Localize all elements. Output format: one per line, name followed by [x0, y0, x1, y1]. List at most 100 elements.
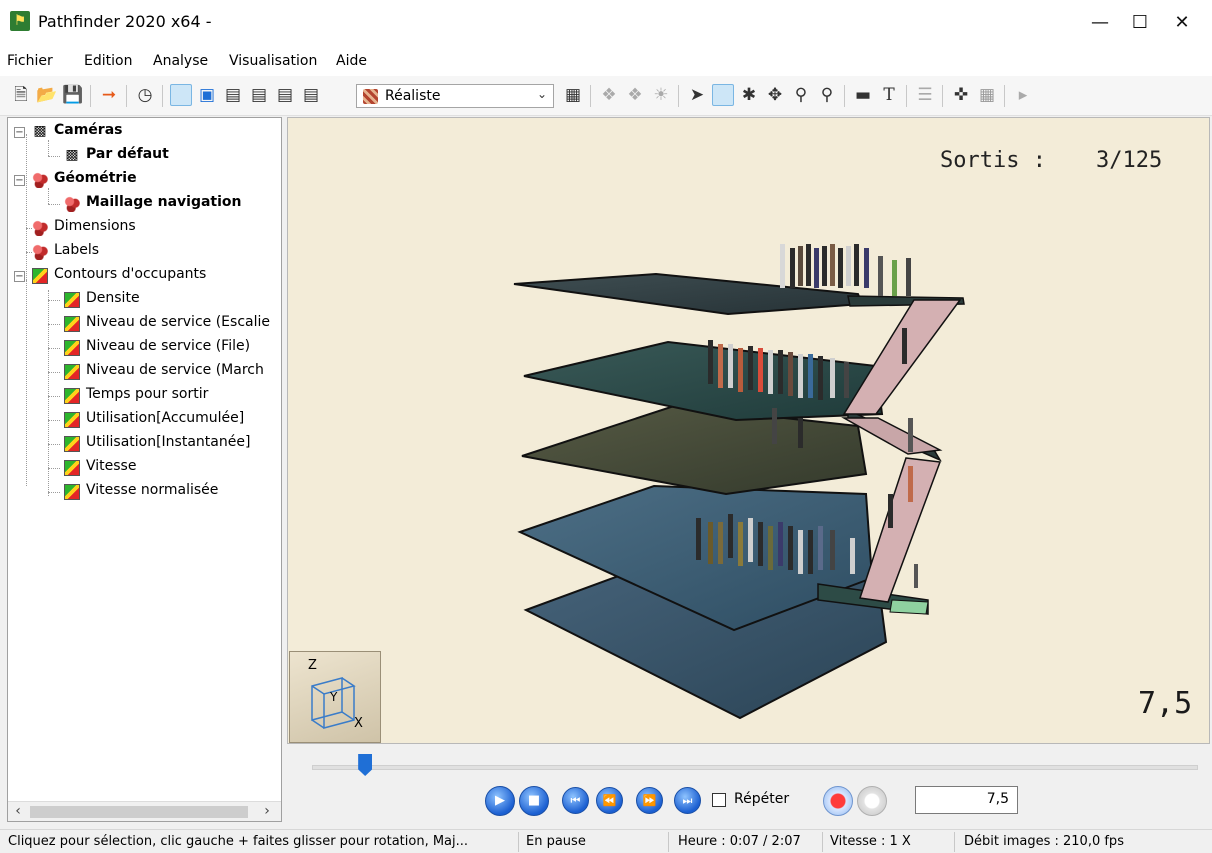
tree-item-contour[interactable]: Temps pour sortir: [8, 385, 281, 407]
nav-mesh-icon: [64, 196, 80, 212]
toolbar-separator: [1004, 85, 1005, 107]
tree-guide: [48, 300, 60, 301]
axis-z-label: Z: [308, 658, 317, 673]
skip-start-button[interactable]: ⏮: [562, 787, 589, 814]
clock-icon[interactable]: ◷: [134, 84, 156, 106]
axis-orientation-widget[interactable]: Z Y X: [289, 651, 381, 743]
render-mode-select[interactable]: Réaliste ⌄: [356, 84, 554, 108]
view-perspective-button[interactable]: [170, 84, 192, 106]
stop-record-button[interactable]: [857, 786, 887, 816]
tree-item-contours[interactable]: − Contours d'occupants: [8, 265, 281, 287]
new-file-icon[interactable]: 🗎: [10, 84, 32, 106]
tree-item-labels[interactable]: Labels: [8, 241, 281, 263]
floor-level-4: [523, 340, 884, 422]
collapse-icon[interactable]: −: [14, 175, 25, 186]
tree-guide: [48, 420, 60, 421]
tree-horizontal-scrollbar[interactable]: ‹ ›: [8, 801, 281, 821]
measure-tool-icon[interactable]: ▬: [852, 84, 874, 106]
wireframe-icon[interactable]: ❖: [624, 84, 646, 106]
view-front-icon[interactable]: ▤: [222, 84, 244, 106]
play-button[interactable]: ▶: [485, 786, 515, 816]
select-arrow-icon[interactable]: ➤: [686, 84, 708, 106]
minimize-button[interactable]: —: [1080, 10, 1120, 36]
step-forward-button[interactable]: ⏩: [636, 787, 663, 814]
grid-icon[interactable]: ▦: [976, 84, 998, 106]
menu-edition[interactable]: Edition: [84, 53, 132, 69]
tree-guide: [48, 348, 60, 349]
tree-item-contour[interactable]: Utilisation[Accumulée]: [8, 409, 281, 431]
collapse-icon[interactable]: −: [14, 127, 25, 138]
menu-visualisation[interactable]: Visualisation: [229, 53, 317, 69]
tree-item-contour[interactable]: Niveau de service (Escalie: [8, 313, 281, 335]
skip-end-button[interactable]: ⏭: [674, 787, 701, 814]
view-back-icon[interactable]: ▤: [274, 84, 296, 106]
orbit-tool-button[interactable]: [712, 84, 734, 106]
tree-item-contour[interactable]: Niveau de service (File): [8, 337, 281, 359]
tree-label-contour: Niveau de service (File): [86, 338, 251, 354]
tree-item-nav-mesh[interactable]: Maillage navigation: [8, 193, 281, 215]
list-icon[interactable]: ☰: [914, 84, 936, 106]
toolbar-separator: [90, 85, 91, 107]
toolbar-separator: [942, 85, 943, 107]
walk-tool-icon[interactable]: ✱: [738, 84, 760, 106]
scroll-right-icon[interactable]: ›: [259, 803, 275, 819]
view-bottom-icon[interactable]: ▤: [300, 84, 322, 106]
tree-guide: [48, 444, 60, 445]
step-back-button[interactable]: ⏪: [596, 787, 623, 814]
tree-item-contour[interactable]: Vitesse: [8, 457, 281, 479]
tree-label-contour: Vitesse normalisée: [86, 482, 219, 498]
status-state: En pause: [526, 834, 586, 849]
pan-tool-icon[interactable]: ✥: [764, 84, 786, 106]
tree-item-cameras[interactable]: − ▩ Caméras: [8, 121, 281, 143]
status-separator: [822, 832, 823, 852]
tree-item-contour[interactable]: Vitesse normalisée: [8, 481, 281, 503]
scrollbar-thumb[interactable]: [30, 806, 248, 818]
repeat-checkbox[interactable]: [712, 793, 726, 807]
timeline-thumb[interactable]: [358, 754, 373, 776]
save-icon[interactable]: 💾: [62, 84, 84, 106]
zoom-tool-icon[interactable]: ⚲: [790, 84, 812, 106]
tree-item-contour[interactable]: Utilisation[Instantanée]: [8, 433, 281, 455]
crosshair-icon[interactable]: ✜: [950, 84, 972, 106]
view-top-icon[interactable]: ▣: [196, 84, 218, 106]
scroll-left-icon[interactable]: ‹: [10, 803, 26, 819]
import-icon[interactable]: ➞: [98, 84, 120, 106]
time-input[interactable]: 7,5: [915, 786, 1018, 814]
agents-display-icon[interactable]: ▦: [562, 84, 584, 106]
tree-item-contour[interactable]: Densite: [8, 289, 281, 311]
timeline-track[interactable]: [312, 765, 1198, 770]
record-button[interactable]: [823, 786, 853, 816]
zoom-box-icon[interactable]: ⚲: [816, 84, 838, 106]
geometry-toggle-icon[interactable]: ❖: [598, 84, 620, 106]
toolbar-separator: [678, 85, 679, 107]
contour-icon: [64, 484, 80, 500]
tree-guide: [48, 204, 60, 205]
camera-record-icon[interactable]: ▸: [1012, 84, 1034, 106]
view-side-icon[interactable]: ▤: [248, 84, 270, 106]
app-icon: ⚑: [10, 11, 30, 31]
tree-label-cameras: Caméras: [54, 122, 123, 138]
dimensions-icon: [32, 220, 48, 236]
collapse-icon[interactable]: −: [14, 271, 25, 282]
lighting-icon[interactable]: ☀: [650, 84, 672, 106]
tree-item-dimensions[interactable]: Dimensions: [8, 217, 281, 239]
tree-guide: [48, 156, 60, 157]
text-tool-icon[interactable]: T: [878, 84, 900, 106]
evacuated-label: Sortis :: [940, 148, 1046, 173]
menu-fichier[interactable]: Fichier: [7, 53, 53, 69]
maximize-button[interactable]: ☐: [1120, 10, 1160, 36]
render-mode-value: Réaliste: [385, 88, 441, 104]
contour-icon: [64, 316, 80, 332]
tree-label-nav-mesh: Maillage navigation: [86, 194, 242, 210]
status-separator: [668, 832, 669, 852]
open-folder-icon[interactable]: 📂: [36, 84, 58, 106]
3d-viewport[interactable]: Sortis : 3/125 7,5 Z Y X: [287, 117, 1210, 744]
stop-button[interactable]: ■: [519, 786, 549, 816]
tree-item-camera-default[interactable]: ▩ Par défaut: [8, 145, 281, 167]
close-button[interactable]: ✕: [1162, 10, 1202, 36]
toolbar-separator: [906, 85, 907, 107]
tree-item-contour[interactable]: Niveau de service (March: [8, 361, 281, 383]
menu-aide[interactable]: Aide: [336, 53, 367, 69]
menu-analyse[interactable]: Analyse: [153, 53, 208, 69]
tree-item-geometry[interactable]: − Géométrie: [8, 169, 281, 191]
